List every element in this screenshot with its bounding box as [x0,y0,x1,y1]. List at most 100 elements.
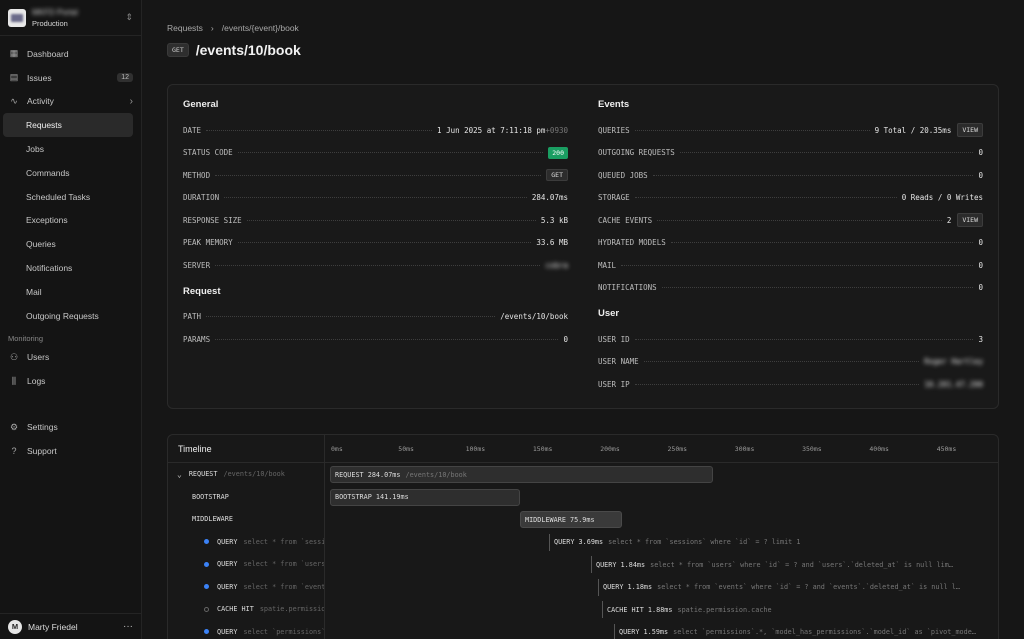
breadcrumb-requests[interactable]: Requests [167,23,203,33]
hydrated-models-row: HYDRATED MODELS 0 [598,238,983,248]
org-logo [8,8,26,27]
duration-row: DURATION 284.07ms [183,193,568,203]
chevron-right-icon: › [129,95,133,107]
timeline-tick: 150ms [532,445,553,453]
timeline-row-label: QUERY select * from `events` [168,575,325,598]
main-content: Requests › /events/{event}/book GET /eve… [142,0,1024,639]
sidebar-item-mail[interactable]: Mail [0,280,141,304]
params-row: PARAMS 0 [183,334,568,344]
user-ip-row: USER IP 10.201.47.200 [598,379,983,389]
help-circle-icon: ? [11,445,17,456]
user-id-row: USER ID 3 [598,334,983,344]
org-env: Production [32,18,68,28]
timeline-row[interactable]: QUERY select `permissions`.* QUERY 1.59ms s… [168,620,998,639]
request-details-card: General DATE 1 Jun 2025 at 7:11:18 pm+093… [167,84,999,409]
sidebar-item-settings[interactable]: ⚙ Settings [0,415,141,439]
cache-events-row: CACHE EVENTS 2 VIEW [598,209,983,232]
timeline-axis: 0ms 50ms 100ms 150ms 200ms 250ms 300ms 350ms 400… [325,435,998,462]
sidebar-item-support[interactable]: ? Support [0,439,141,463]
date-row: DATE 1 Jun 2025 at 7:11:18 pm+0930 [183,125,568,135]
timeline-row[interactable]: ⌄ REQUEST/events/10/book REQUEST 284.07ms /… [168,463,998,486]
timeline-bar[interactable]: QUERY 3.69ms select * from `sessions` whe… [549,533,800,551]
status-badge: 200 [548,146,568,159]
sidebar-item-activity[interactable]: ∿ Activity › [0,90,141,114]
sidebar-item-exceptions[interactable]: Exceptions [0,209,141,233]
timeline-row[interactable]: CACHE HITspatie.permission.cache CACHE HI… [168,598,998,621]
timeline-tick: 50ms [398,445,414,453]
timeline-tick: 200ms [600,445,620,453]
issues-count-badge: 12 [117,73,133,83]
sidebar-item-dashboard[interactable]: ▦ Dashboard [0,42,141,66]
timeline-row[interactable]: QUERY select * from `events` QUERY 1.18ms s… [168,575,998,598]
timeline-bar[interactable]: BOOTSTRAP 141.19ms [330,488,520,506]
server-row: SERVER cobra [183,260,568,270]
view-cache-button[interactable]: VIEW [957,213,983,228]
logs-icon: ⫼ [11,375,17,386]
user-name: Marty Friedel [28,621,78,632]
timeline-panel: Timeline 0ms 50ms 100ms 150ms 200ms 250ms 300m… [167,434,999,639]
sidebar-item-scheduled-tasks[interactable]: Scheduled Tasks [0,185,141,209]
timeline-bar[interactable]: MIDDLEWARE 75.9ms [520,511,622,528]
timeline-row[interactable]: BOOTSTRAP BOOTSTRAP 141.19ms [168,485,998,508]
timeline-row-label: ⌄ REQUEST/events/10/book [168,463,325,486]
sidebar: MKFD Portal Production ⇕ ▦ Dashboard ▤ Iss… [0,0,142,639]
chevron-updown-icon[interactable]: ⇕ [125,12,133,23]
timeline-tick: 400ms [869,445,889,453]
sidebar-item-outgoing-requests[interactable]: Outgoing Requests [0,304,141,328]
general-heading: General [183,99,219,110]
timeline-row-label: BOOTSTRAP [168,485,325,508]
path-row: PATH/events/10/book [183,312,568,322]
timeline-bar[interactable]: QUERY 1.18ms select * from `events` where… [598,578,960,596]
timeline-row-label: QUERY select `permissions`.* [168,620,325,639]
dashboard-icon: ▦ [9,48,19,59]
sidebar-item-logs[interactable]: ⫼ Logs [0,369,141,393]
sidebar-item-requests[interactable]: Requests [3,113,133,138]
outgoing-requests-row: OUTGOING REQUESTS 0 [598,148,983,158]
org-name: MKFD Portal [32,7,78,17]
chevron-down-icon[interactable]: ⌄ [177,470,182,479]
events-heading: Events [598,99,630,110]
timeline-tick: 0ms [331,445,343,453]
mail-row: MAIL 0 [598,260,983,270]
timeline-bar[interactable]: QUERY 1.84ms select * from `users` where … [591,556,953,573]
sidebar-item-jobs[interactable]: Jobs [0,137,141,161]
users-icon: ⚇ [9,351,19,362]
monitoring-section-label: Monitoring [8,333,44,343]
timeline-tick: 450ms [936,445,957,453]
method-tag: GET [167,43,189,57]
sidebar-item-users[interactable]: ⚇ Users [0,346,141,370]
org-switcher[interactable]: MKFD Portal Production ⇕ [0,0,141,36]
settings-icon: ⚙ [9,421,19,432]
sidebar-item-notifications[interactable]: Notifications [0,256,141,280]
queries-row: QUERIES 9 Total / 20.35ms VIEW [598,119,983,142]
notifications-row: NOTIFICATIONS 0 [598,283,983,293]
timeline-bar[interactable]: REQUEST 284.07ms/events/10/book [330,466,713,483]
timeline-bar[interactable]: QUERY 1.59ms select `permissions`.*, `mod… [614,623,976,639]
peak-memory-row: PEAK MEMORY 33.6 MB [183,238,568,248]
timeline-row[interactable]: QUERY select * from `users` QUERY 1.84ms se… [168,553,998,576]
request-heading: Request [183,285,221,297]
timeline-row-label: QUERY select * from `users` [168,553,325,576]
sidebar-item-queries[interactable]: Queries [0,232,141,256]
event-dot-icon [204,561,209,567]
timeline-tick: 250ms [667,445,688,453]
timeline-row[interactable]: QUERYselect * from `sessions` QUERY 3.69m… [168,530,998,553]
breadcrumb: Requests › /events/{event}/book [167,23,999,33]
more-icon[interactable]: ··· [123,621,133,632]
timeline-row-label: QUERYselect * from `sessions` [168,530,325,553]
timeline-row[interactable]: MIDDLEWARE MIDDLEWARE 75.9ms [168,508,998,531]
event-dot-icon [204,606,209,612]
activity-icon: ∿ [10,95,18,106]
sidebar-item-issues[interactable]: ▤ Issues 12 [0,66,141,90]
event-dot-icon [204,629,209,635]
view-queries-button[interactable]: VIEW [957,123,983,138]
timeline-row-label: MIDDLEWARE [168,508,325,531]
timeline-tick: 300ms [734,445,755,453]
breadcrumb-route: /events/{event}/book [221,23,299,33]
page-title: /events/10/book [195,42,301,58]
timeline-tick: 100ms [465,445,486,453]
user-menu[interactable]: M Marty Friedel ··· [0,613,141,639]
user-name-row: USER NAME Roger Hartley [598,357,983,367]
timeline-bar[interactable]: CACHE HIT 1.88ms spatie.permission.cache [602,601,772,618]
sidebar-item-commands[interactable]: Commands [0,161,141,185]
